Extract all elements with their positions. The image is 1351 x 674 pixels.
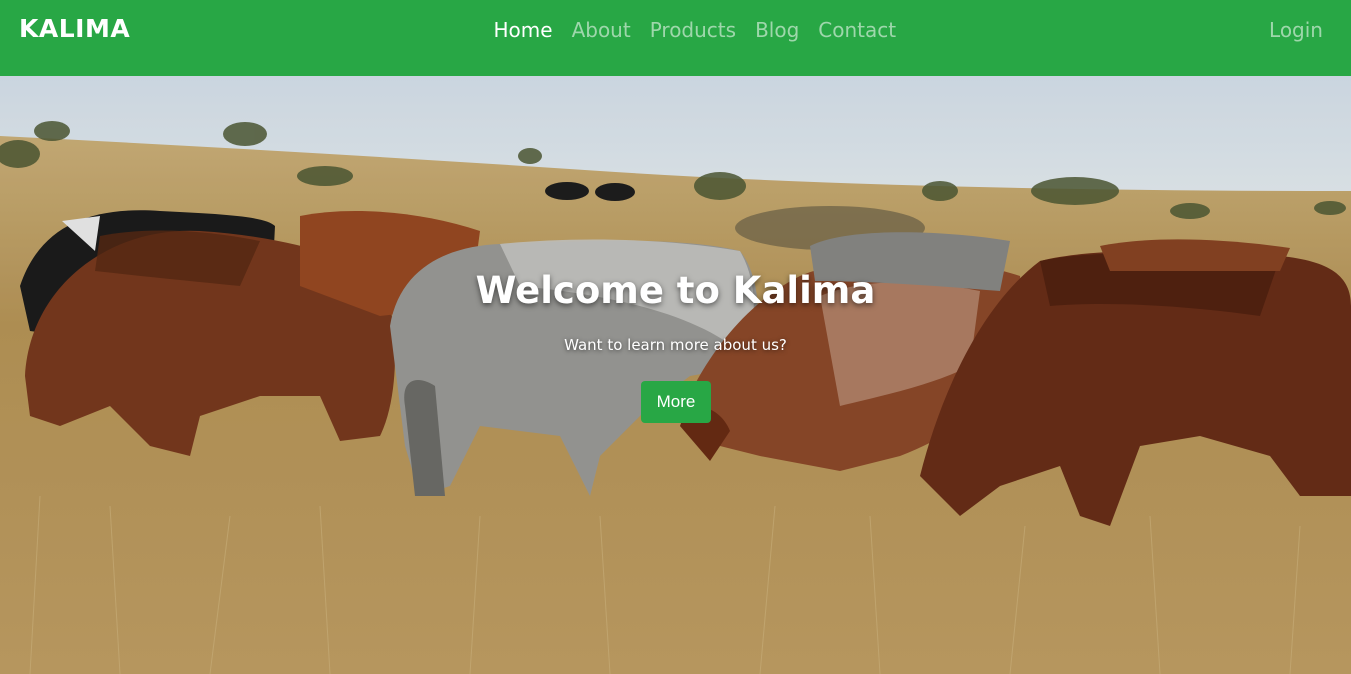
hero-title: Welcome to Kalima: [475, 269, 876, 312]
hero-section: Welcome to Kalima Want to learn more abo…: [0, 76, 1351, 674]
brand-logo[interactable]: KALIMA: [19, 14, 130, 43]
nav-link-blog[interactable]: Blog: [746, 16, 809, 44]
hero-background-image: [0, 76, 1351, 674]
nav-link-about[interactable]: About: [562, 16, 640, 44]
nav-link-contact[interactable]: Contact: [809, 16, 906, 44]
nav-links: Home About Products Blog Contact: [484, 16, 906, 44]
login-link[interactable]: Login: [1269, 18, 1323, 42]
nav-link-products[interactable]: Products: [640, 16, 745, 44]
hero-subtitle: Want to learn more about us?: [564, 336, 787, 354]
navbar: KALIMA Home About Products Blog Contact …: [0, 0, 1351, 76]
more-button[interactable]: More: [641, 381, 711, 423]
nav-link-home[interactable]: Home: [484, 16, 562, 44]
